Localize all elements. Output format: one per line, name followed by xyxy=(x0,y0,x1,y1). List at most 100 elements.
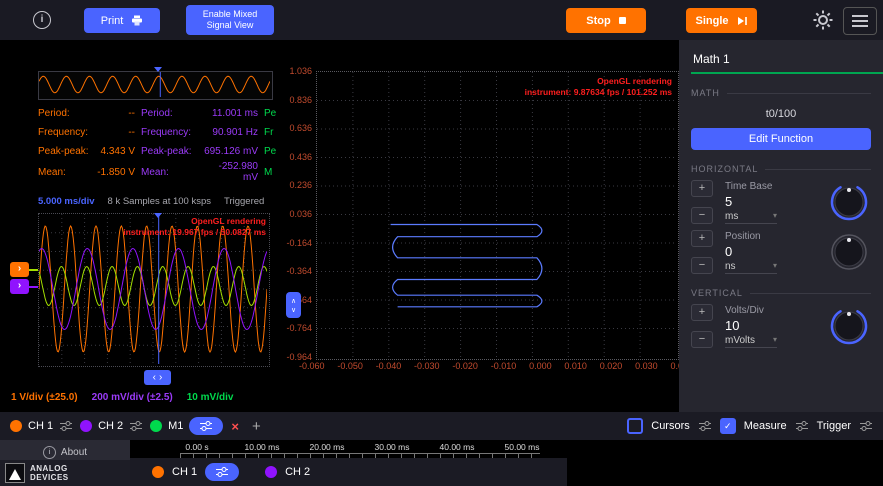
preview-trigger-marker[interactable] xyxy=(154,67,162,72)
settings-gear-icon[interactable] xyxy=(813,10,833,30)
ch1-color-dot xyxy=(152,466,164,478)
measure-settings-icon[interactable] xyxy=(795,420,809,432)
timebase-unit-select[interactable]: ms ▾ xyxy=(725,211,777,224)
voltsdiv-decrement-button[interactable]: − xyxy=(691,331,713,348)
scope-opengl-status: OpenGL rendering instrument: 19.967 fps … xyxy=(123,216,266,237)
ch2-offset-handle[interactable]: › xyxy=(10,279,29,294)
chevron-right-icon: › xyxy=(18,280,21,291)
trigger-label: Trigger xyxy=(817,420,851,432)
timebase-unit-value: ms xyxy=(725,211,738,222)
timebase-label[interactable]: 5.000 ms/div xyxy=(38,196,95,207)
m1-scale-label: 10 mV/div xyxy=(187,392,234,403)
trigger-settings-icon[interactable] xyxy=(859,420,873,432)
trigger-status-label: Triggered xyxy=(224,196,264,207)
ch1-settings-icon[interactable] xyxy=(59,420,73,432)
m1-channel-button[interactable]: M1 × xyxy=(150,417,241,435)
enable-mixed-signal-button[interactable]: Enable Mixed Signal View xyxy=(186,5,274,35)
meas-label: Peak-peak: xyxy=(141,146,201,157)
menu-hamburger-icon[interactable] xyxy=(843,7,877,35)
chevron-left-icon: ‹ xyxy=(153,372,156,383)
voltsdiv-knob[interactable] xyxy=(827,304,871,348)
horizontal-position-handle[interactable]: ‹ › xyxy=(144,370,171,385)
ch2-color-dot xyxy=(80,420,92,432)
voltsdiv-unit-value: mVolts xyxy=(725,335,755,346)
about-label: About xyxy=(61,447,87,458)
stop-icon xyxy=(619,17,626,24)
chevron-down-icon: ▾ xyxy=(773,211,777,222)
timebase-status-row: 5.000 ms/div 8 k Samples at 100 ksps Tri… xyxy=(38,196,298,207)
meas-label: Frequency: xyxy=(38,127,93,138)
position-value[interactable]: 0 xyxy=(725,244,827,259)
ch2-label[interactable]: CH 2 xyxy=(285,466,310,478)
ch1-offset-handle[interactable]: › xyxy=(10,262,29,277)
position-unit-select[interactable]: ns ▾ xyxy=(725,261,777,274)
single-button[interactable]: Single xyxy=(686,8,757,33)
info-icon[interactable]: i xyxy=(33,11,51,29)
chevron-down-icon: ▾ xyxy=(773,335,777,346)
voltsdiv-unit-select[interactable]: mVolts ▾ xyxy=(725,335,777,348)
ruler-tick-label: 0.00 s xyxy=(185,442,208,452)
math-function-text: t0/100 xyxy=(679,108,883,120)
ch2-channel-button[interactable]: CH 2 xyxy=(80,420,143,432)
about-item[interactable]: i About xyxy=(0,440,130,459)
m1-settings-toggle[interactable] xyxy=(189,417,223,435)
channel-scales-row: 1 V/div (±25.0) 200 mV/div (±2.5) 10 mV/… xyxy=(11,392,233,403)
meas-value: -- xyxy=(93,108,141,119)
channel-bar: CH 1 CH 2 M1 × + Cursors ✓ xyxy=(0,412,883,440)
single-button-label: Single xyxy=(695,15,728,27)
cursors-settings-icon[interactable] xyxy=(698,420,712,432)
measure-checkbox[interactable]: ✓ xyxy=(720,418,736,434)
voltsdiv-increment-button[interactable]: + xyxy=(691,304,713,321)
position-control-label: Position xyxy=(725,231,827,242)
ruler-tick-label: 30.00 ms xyxy=(375,442,410,452)
oscilloscope-plot[interactable]: OpenGL rendering instrument: 19.967 fps … xyxy=(38,213,270,367)
ch1-label[interactable]: CH 1 xyxy=(172,466,197,478)
position-knob[interactable] xyxy=(827,230,871,274)
voltsdiv-control-label: Volts/Div xyxy=(725,305,827,316)
position-increment-button[interactable]: + xyxy=(691,230,713,247)
print-button[interactable]: Print xyxy=(84,8,160,33)
waveform-preview-strip[interactable] xyxy=(38,71,273,100)
measurements-panel: Period: -- Period: 11.001 ms Pe Frequenc… xyxy=(38,104,280,180)
ch1-settings-toggle[interactable] xyxy=(205,463,239,481)
timebase-increment-button[interactable]: + xyxy=(691,180,713,197)
cursors-checkbox[interactable] xyxy=(627,418,643,434)
logo-text-line1: ANALOG xyxy=(30,464,69,473)
m1-close-icon[interactable]: × xyxy=(229,419,241,434)
timebase-decrement-button[interactable]: − xyxy=(691,207,713,224)
adi-triangle-icon xyxy=(5,463,25,483)
panel-title: Math 1 xyxy=(679,40,883,72)
background-window-left-panel: i About ANALOG DEVICES xyxy=(0,440,130,486)
ruler-tick-label: 50.00 ms xyxy=(505,442,540,452)
xy-math-plot[interactable] xyxy=(316,71,679,360)
edit-function-button[interactable]: Edit Function xyxy=(691,128,871,150)
xy-plot-x-axis: -0.060-0.050 -0.040-0.030 -0.020-0.010 0… xyxy=(299,361,693,371)
timebase-control-label: Time Base xyxy=(725,181,827,192)
samples-label: 8 k Samples at 100 ksps xyxy=(108,196,212,207)
analog-devices-logo: ANALOG DEVICES xyxy=(0,460,130,486)
logo-text-line2: DEVICES xyxy=(30,473,69,482)
chevron-down-icon: ▾ xyxy=(773,261,777,272)
ch1-settings-icon xyxy=(215,466,229,478)
timebase-value[interactable]: 5 xyxy=(725,194,827,209)
add-channel-button[interactable]: + xyxy=(248,418,265,435)
meas-value: 11.001 ms xyxy=(201,108,264,119)
ch2-reference-line xyxy=(29,286,38,288)
meas-value: -- xyxy=(93,127,141,138)
ch1-channel-button[interactable]: CH 1 xyxy=(10,420,73,432)
measurement-row: Peak-peak: 4.343 V Peak-peak: 695.126 mV… xyxy=(38,142,280,161)
chevron-right-icon: › xyxy=(18,263,21,274)
timebase-knob[interactable] xyxy=(827,180,871,224)
ruler-tick-label: 10.00 ms xyxy=(245,442,280,452)
meas-value: -252.980 mV xyxy=(201,161,264,180)
ch1-color-dot xyxy=(10,420,22,432)
voltsdiv-value[interactable]: 10 xyxy=(725,318,827,333)
position-decrement-button[interactable]: − xyxy=(691,257,713,274)
math-offset-handle[interactable]: ∧ ∨ xyxy=(286,292,301,318)
m1-label: M1 xyxy=(168,420,183,432)
measurement-row: Frequency: -- Frequency: 90.901 Hz Fr xyxy=(38,123,280,142)
ch2-settings-icon[interactable] xyxy=(129,420,143,432)
measurement-row: Mean: -1.850 V Mean: -252.980 mV M xyxy=(38,161,280,180)
scope-trigger-marker[interactable] xyxy=(154,213,162,218)
stop-button[interactable]: Stop xyxy=(566,8,646,33)
